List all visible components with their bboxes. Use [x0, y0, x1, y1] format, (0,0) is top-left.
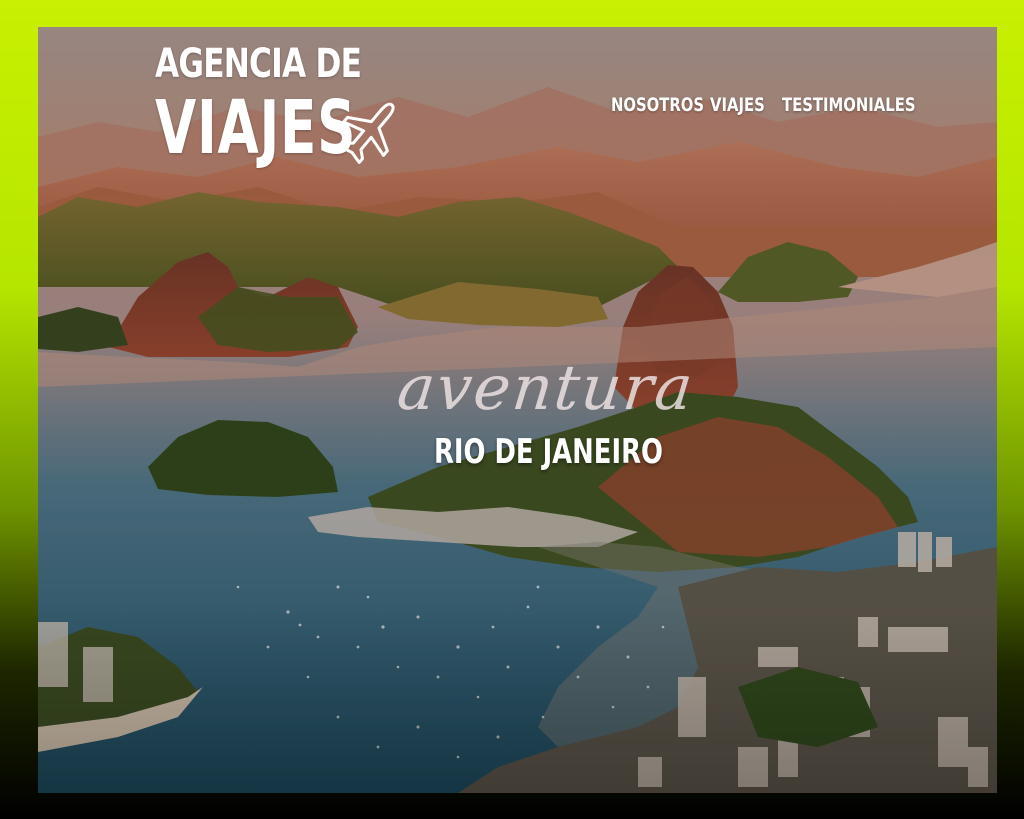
airplane-icon [340, 102, 395, 164]
hero-tagline: aventura [394, 351, 698, 424]
logo[interactable]: AGENCIA DE VIAJES [155, 41, 415, 171]
hero-city-title: RIO DE JANEIRO [434, 432, 663, 472]
logo-line-1: AGENCIA DE [155, 41, 362, 87]
hero-banner: AGENCIA DE VIAJES NOSOTROS VIAJES TESTIM… [38, 27, 997, 793]
nav-link-testimoniales[interactable]: TESTIMONIALES [782, 94, 916, 116]
nav-link-nosotros[interactable]: NOSOTROS [611, 94, 704, 116]
logo-line-2: VIAJES [155, 85, 357, 171]
nav-link-viajes[interactable]: VIAJES [710, 94, 765, 116]
